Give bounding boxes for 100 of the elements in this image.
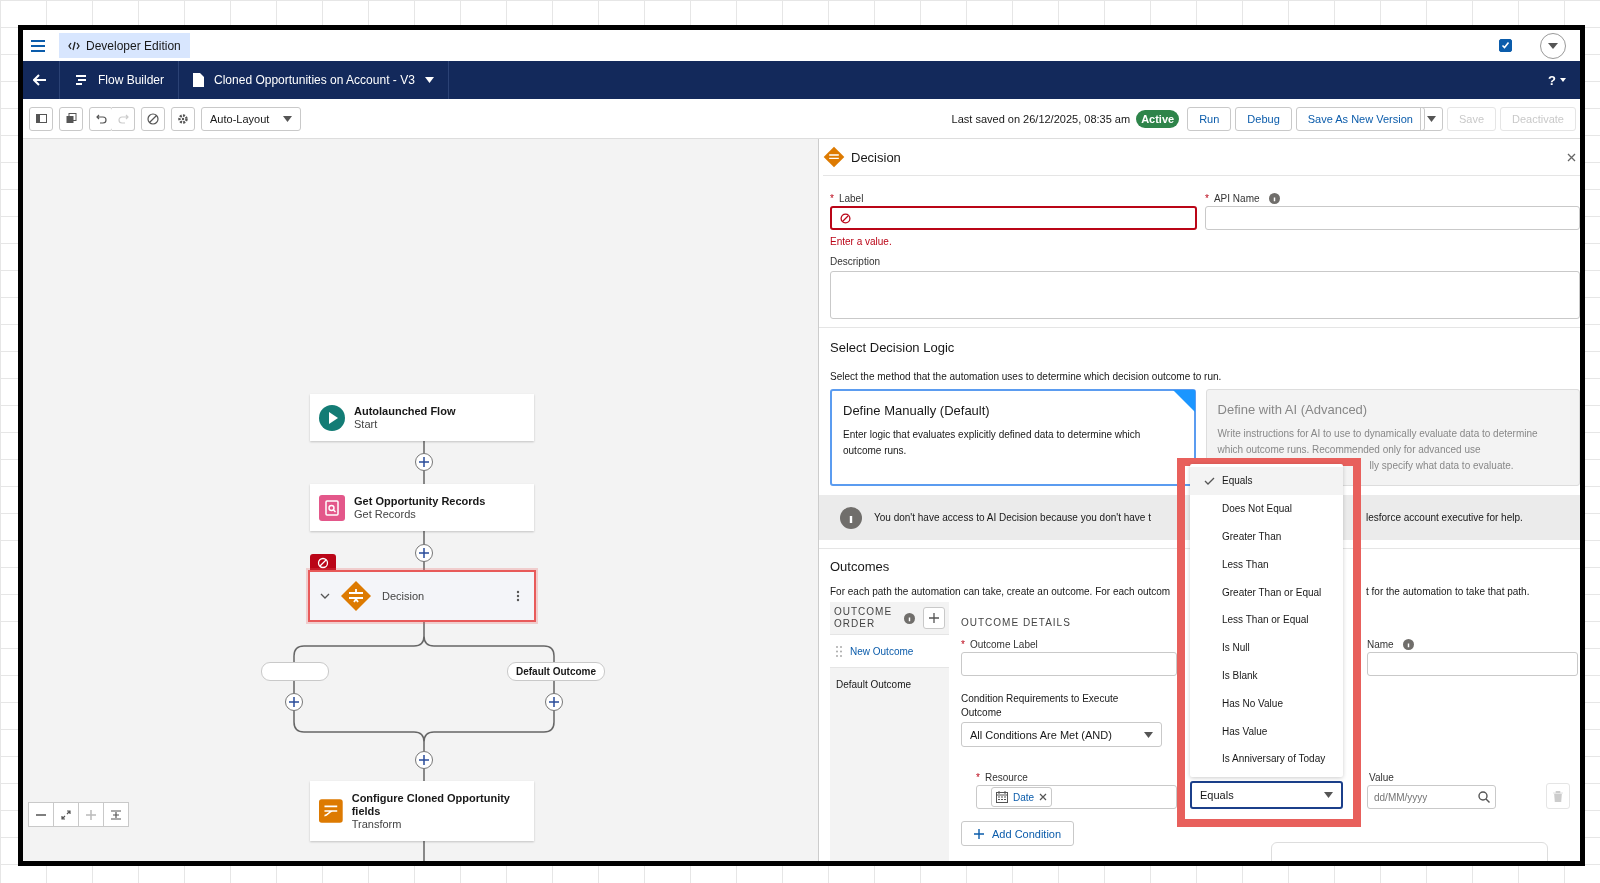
api-name-field[interactable] [1205, 206, 1580, 230]
option-description: Enter logic that evaluates explicitly defined data to determine which outcome runs. [843, 428, 1142, 458]
fit-view-button[interactable] [53, 802, 79, 827]
resource-pill[interactable]: Date [991, 787, 1053, 807]
add-element-button[interactable] [285, 693, 303, 711]
outcome-api-name-field[interactable] [1367, 652, 1578, 676]
help-menu[interactable]: ? [1548, 72, 1566, 88]
last-saved-text: Last saved on 26/12/2025, 08:35 am [951, 112, 1131, 125]
field-label: Condition Requirements to Execute Outcome [961, 692, 1120, 720]
caret-icon [1426, 115, 1436, 122]
value-field[interactable]: dd/MM/yyyy [1367, 785, 1496, 809]
more-options-button[interactable] [1419, 106, 1443, 131]
element-title: Get Opportunity Records [354, 494, 486, 508]
menu-option[interactable]: Less Than [1190, 550, 1343, 579]
deactivate-element-button[interactable] [141, 106, 165, 131]
section-heading: Outcomes [830, 559, 890, 574]
option-title: Define with AI (Advanced) [1217, 402, 1369, 418]
menu-option[interactable]: Less Than or Equal [1190, 606, 1343, 634]
outcome-label-field[interactable] [961, 652, 1177, 676]
copy-button[interactable] [59, 106, 83, 131]
toggle-panel-button[interactable] [29, 106, 53, 131]
checkbox[interactable] [1499, 39, 1512, 52]
menu-option[interactable]: Has Value [1190, 717, 1343, 745]
add-outcome-button[interactable] [923, 607, 945, 629]
check-icon [1501, 41, 1510, 50]
description-field[interactable] [830, 271, 1580, 319]
layout-dropdown[interactable]: Auto-Layout [201, 106, 302, 131]
menu-icon[interactable] [31, 39, 45, 52]
required-mark: * [961, 638, 965, 650]
menu-option[interactable]: Is Blank [1190, 661, 1343, 690]
calendar-icon [996, 791, 1008, 803]
field-label: Outcome Label [969, 638, 1038, 650]
required-mark: * [830, 192, 834, 204]
toolbar-button[interactable]: Run [1187, 106, 1232, 131]
decision-icon [823, 146, 845, 168]
error-message: Enter a value. [830, 236, 893, 247]
menu-option[interactable]: Does Not Equal [1190, 494, 1343, 523]
flow-element-card[interactable]: Get Opportunity Records Get Records [310, 484, 534, 531]
panel-title: Decision [851, 149, 901, 165]
add-element-button[interactable] [415, 751, 433, 769]
toolbar-button[interactable]: Save As New Version [1295, 106, 1425, 131]
menu-option[interactable]: Greater Than or Equal [1190, 578, 1343, 606]
add-element-button[interactable] [415, 544, 433, 562]
app-name: Flow Builder [98, 73, 165, 87]
info-icon[interactable] [1268, 192, 1280, 204]
caret-icon [1560, 78, 1566, 82]
plus-icon [419, 548, 429, 558]
menu-option[interactable]: Is Anniversary of Today [1190, 744, 1343, 773]
zoom-out-button[interactable] [28, 802, 54, 827]
flow-element-card[interactable]: Decision [310, 572, 534, 620]
element-type: Transform [351, 817, 403, 831]
resource-field[interactable]: Date [976, 785, 1177, 809]
search-icon[interactable] [1478, 791, 1490, 803]
more-actions-icon[interactable] [516, 590, 520, 602]
center-button[interactable] [103, 802, 129, 827]
outcome-item[interactable]: New Outcome [830, 634, 949, 667]
prohibited-icon [317, 557, 329, 569]
element-type: Start [354, 417, 379, 431]
back-arrow-icon[interactable] [33, 74, 47, 86]
plus-icon [419, 755, 429, 765]
prohibited-icon [147, 112, 159, 125]
toolbar-button[interactable]: Debug [1235, 106, 1292, 131]
close-icon[interactable] [1567, 152, 1576, 162]
field-label: Name [1367, 638, 1394, 650]
remove-icon[interactable] [1039, 793, 1048, 801]
plus-icon [974, 828, 984, 839]
branch-label[interactable]: Default Outcome [507, 662, 605, 681]
trash-icon [1553, 790, 1563, 802]
section-heading: OUTCOME DETAILS [961, 617, 1071, 628]
caret-icon [424, 77, 434, 83]
outcome-item[interactable]: Default Outcome [830, 667, 949, 700]
element-type: Get Records [354, 507, 417, 521]
drag-handle-icon[interactable] [836, 645, 842, 657]
banner-text: You don't have access to AI Decision because you don't have t [874, 512, 1152, 523]
operator-dropdown[interactable]: Equals [1190, 781, 1343, 809]
org-tab[interactable]: Developer Edition [59, 33, 190, 58]
flow-element-card[interactable]: Autolaunched Flow Start [310, 394, 534, 441]
flow-icon [74, 73, 88, 87]
section-description: Select the method that the automation uses to determine which decision outcome to run. [830, 371, 1223, 382]
required-mark: * [1205, 192, 1209, 204]
label-field[interactable] [830, 206, 1198, 230]
menu-option[interactable]: Equals [1190, 467, 1343, 495]
required-mark: * [976, 771, 980, 783]
add-element-button[interactable] [545, 693, 563, 711]
condition-logic-dropdown[interactable]: All Conditions Are Met (AND) [961, 722, 1162, 747]
caret-icon [283, 115, 293, 122]
add-element-button[interactable] [415, 453, 433, 471]
add-condition-button[interactable]: Add Condition [961, 821, 1074, 846]
redo-icon [117, 113, 129, 124]
settings-button[interactable] [171, 106, 195, 131]
menu-option[interactable]: Has No Value [1190, 689, 1343, 718]
menu-option[interactable]: Is Null [1190, 633, 1343, 662]
info-icon[interactable] [904, 612, 915, 624]
info-icon[interactable] [1402, 638, 1414, 650]
flow-element-card[interactable]: Configure Cloned Opportunity fields Transform [310, 781, 534, 841]
undo-button[interactable] [89, 106, 113, 131]
menu-option[interactable]: Greater Than [1190, 522, 1343, 551]
flow-name-menu[interactable]: Cloned Opportunities on Account - V3 [179, 61, 449, 99]
plus-icon [419, 457, 429, 467]
chevron-icon[interactable] [320, 593, 330, 599]
